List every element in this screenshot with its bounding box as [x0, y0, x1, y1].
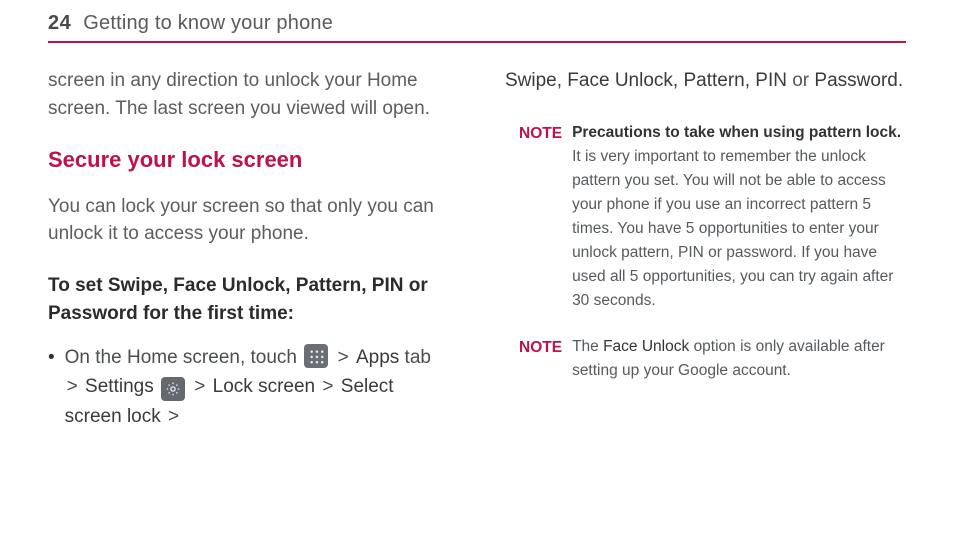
tab-word: tab — [405, 347, 431, 368]
options-or: or — [792, 70, 809, 91]
note-text-pre: The — [572, 338, 599, 355]
face-unlock-term: Face Unlock — [603, 338, 689, 355]
content-columns: screen in any direction to unlock your H… — [48, 67, 906, 431]
section-intro: You can lock your screen so that only yo… — [48, 193, 449, 248]
options-list-bold: Swipe, Face Unlock, Pattern, PIN — [505, 70, 787, 91]
note-text: It is very important to remember the unl… — [572, 148, 893, 309]
continuation-line: Swipe, Face Unlock, Pattern, PIN or Pass… — [505, 67, 906, 95]
note-block-pattern: NOTE Precautions to take when using patt… — [505, 121, 906, 313]
apps-grid-icon — [304, 344, 328, 368]
note-label: NOTE — [519, 121, 562, 313]
note-block-faceunlock: NOTE The Face Unlock option is only avai… — [505, 335, 906, 383]
lock-screen-label: Lock screen — [213, 376, 315, 397]
options-password: Password. — [814, 70, 903, 91]
note-label: NOTE — [519, 335, 562, 383]
page-header: 24 Getting to know your phone — [48, 12, 906, 43]
continued-paragraph: screen in any direction to unlock your H… — [48, 67, 449, 122]
note-body: The Face Unlock option is only available… — [572, 335, 906, 383]
manual-page: 24 Getting to know your phone screen in … — [0, 0, 954, 451]
left-column: screen in any direction to unlock your H… — [48, 67, 449, 431]
separator-gt: > — [67, 372, 78, 401]
section-heading: Secure your lock screen — [48, 146, 449, 175]
instruction-heading: To set Swipe, Face Unlock, Pattern, PIN … — [48, 272, 449, 329]
instruction-bullet: • On the Home screen, touch > Apps tab >… — [48, 343, 449, 431]
apps-label: Apps — [356, 347, 399, 368]
bullet-text-prefix: On the Home screen, touch — [65, 347, 297, 368]
note-body: Precautions to take when using pattern l… — [572, 121, 906, 313]
right-column: Swipe, Face Unlock, Pattern, PIN or Pass… — [505, 67, 906, 431]
note-heading: Precautions to take when using pattern l… — [572, 124, 901, 141]
separator-gt: > — [168, 402, 179, 431]
page-number: 24 — [48, 12, 71, 35]
separator-gt: > — [338, 343, 349, 372]
separator-gt: > — [322, 372, 333, 401]
chapter-title: Getting to know your phone — [83, 12, 333, 35]
gear-icon — [161, 377, 185, 401]
separator-gt: > — [194, 372, 205, 401]
bullet-content: On the Home screen, touch > Apps tab > S… — [65, 343, 449, 431]
settings-label: Settings — [85, 376, 154, 397]
bullet-marker: • — [48, 343, 55, 431]
